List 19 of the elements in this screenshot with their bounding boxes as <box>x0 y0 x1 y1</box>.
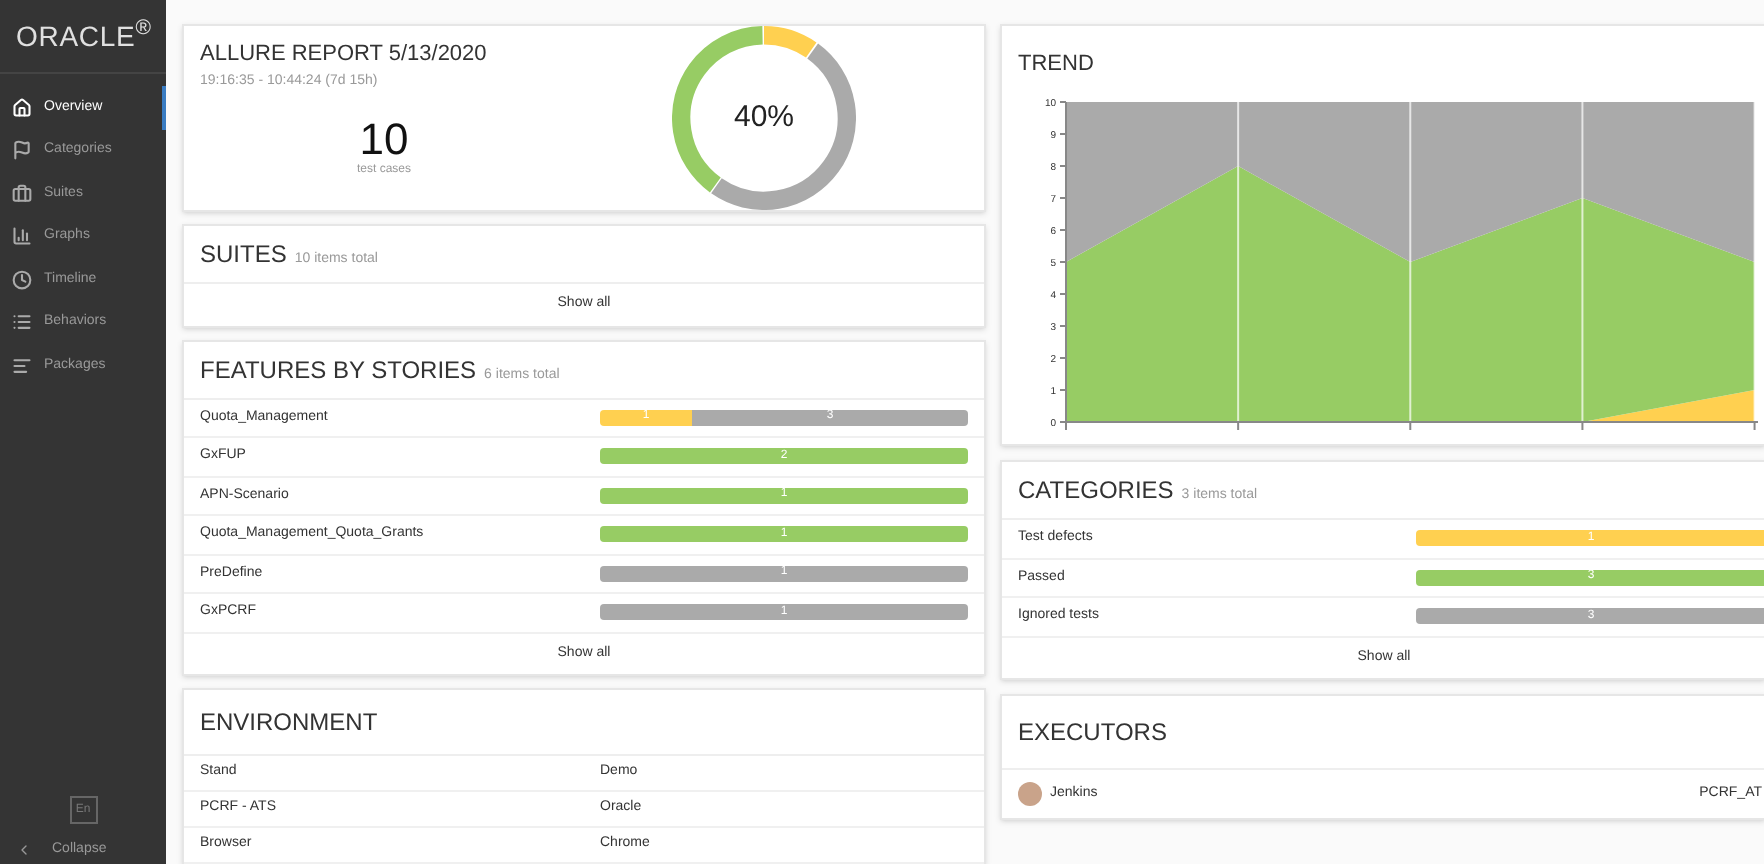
card-title: ENVIRONMENT <box>200 708 378 736</box>
list-icon <box>12 312 32 333</box>
chevron-left-icon <box>16 842 32 858</box>
report-title: ALLURE REPORT 5/13/2020 <box>200 40 489 70</box>
avatar <box>1018 782 1042 806</box>
card-title: TREND <box>1018 52 1094 76</box>
card-title: EXECUTORS <box>1018 718 1167 746</box>
briefcase-icon <box>12 183 32 204</box>
card-title: FEATURES BY STORIES <box>200 353 477 387</box>
pass-percentage: 40% <box>733 97 795 138</box>
clock-icon <box>12 269 32 290</box>
logo: ORACLE$^{®}$ <box>16 15 152 55</box>
bar-chart-icon <box>12 226 32 247</box>
card-title: CATEGORIES <box>1018 474 1174 508</box>
home-icon <box>12 97 32 118</box>
align-left-icon <box>12 355 32 376</box>
card-title: SUITES <box>200 238 287 272</box>
test-count: 10 <box>359 118 409 162</box>
flag-icon <box>12 140 32 161</box>
